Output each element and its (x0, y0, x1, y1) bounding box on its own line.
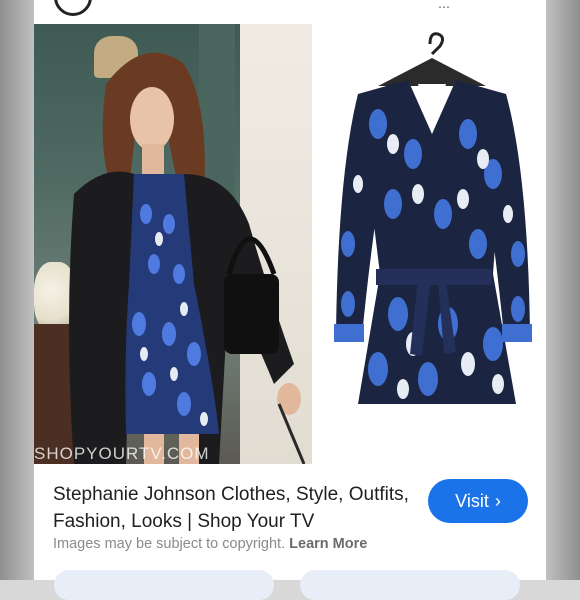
learn-more-link[interactable]: Learn More (289, 536, 367, 552)
background-right (540, 0, 580, 580)
person-figure (69, 52, 306, 464)
actress-photo[interactable]: SHOPYOURTV.COM (34, 24, 312, 464)
watermark: SHOPYOURTV.COM (34, 444, 210, 463)
dress-product-photo[interactable] (318, 24, 546, 464)
more-options-icon[interactable]: ⋯ (438, 0, 450, 14)
result-title[interactable]: Stephanie Johnson Clothes, Style, Outfit… (53, 481, 423, 535)
site-avatar[interactable] (54, 0, 92, 16)
chevron-right-icon: › (494, 490, 501, 511)
related-chip-2[interactable] (300, 570, 520, 600)
visit-button[interactable]: Visit › (428, 479, 528, 523)
dress-figure (334, 32, 532, 404)
copyright-text: Images may be subject to copyright. (53, 536, 286, 552)
visit-label: Visit (455, 490, 489, 511)
result-card: ⋯ SHOPYOURTV.COM Stephanie Johnson Cloth… (34, 0, 546, 600)
related-chip-1[interactable] (54, 570, 274, 600)
copyright-notice: Images may be subject to copyright. Lear… (53, 536, 367, 552)
